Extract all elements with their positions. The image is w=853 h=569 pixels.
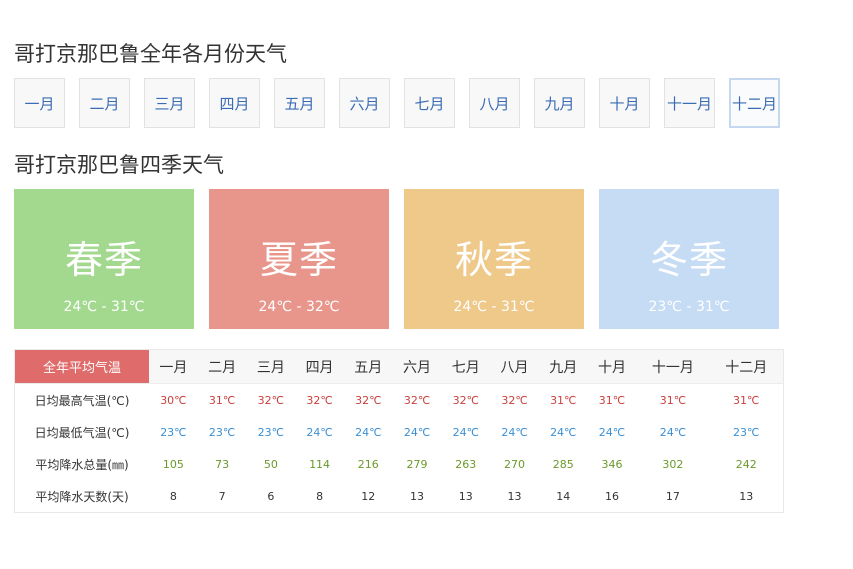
month-button-jul[interactable]: 七月: [404, 78, 455, 128]
table-row-rainfall: 平均降水总量(㎜) 105 73 50 114 216 279 263 270 285 346 302…: [15, 448, 784, 480]
table-row-label: 日均最高气温(℃): [34, 393, 130, 408]
table-cell: 24℃: [598, 425, 626, 439]
table-cell: 8: [316, 489, 324, 503]
table-month-header: 七月: [441, 349, 491, 384]
table-month-header: 三月: [246, 349, 296, 384]
table-cell: 7: [218, 489, 226, 503]
month-button-apr[interactable]: 四月: [209, 78, 260, 128]
table-row-label: 平均降水天数(天): [35, 489, 129, 504]
table-month-header: 四月: [295, 349, 344, 384]
table-cell: 32℃: [355, 393, 382, 407]
table-cell: 6: [267, 489, 275, 503]
season-name: 冬季: [649, 238, 728, 282]
month-button-aug[interactable]: 八月: [469, 78, 520, 128]
table-cell: 285: [552, 457, 574, 471]
season-name: 秋季: [454, 238, 533, 282]
month-button-mar[interactable]: 三月: [144, 78, 195, 128]
table-cell: 32℃: [403, 393, 431, 407]
table-month-header: 十一月: [636, 349, 710, 384]
season-card-summer[interactable]: 夏季 24℃ - 32℃: [209, 189, 389, 329]
table-month-header: 八月: [490, 349, 539, 384]
table-month-header: 十二月: [709, 349, 784, 384]
table-cell: 24℃: [403, 425, 431, 439]
season-card-row: 春季 24℃ - 31℃ 夏季 24℃ - 32℃ 秋季 24℃ - 31℃ 冬…: [14, 189, 794, 329]
month-button-jun[interactable]: 六月: [339, 78, 390, 128]
table-cell: 73: [215, 457, 230, 471]
season-card-winter[interactable]: 冬季 23℃ - 31℃: [599, 189, 779, 329]
table-cell: 24℃: [452, 425, 479, 439]
table-month-header: 五月: [343, 349, 393, 384]
table-row-label: 日均最低气温(℃): [34, 425, 130, 440]
table-row-label: 平均降水总量(㎜): [35, 457, 129, 472]
month-button-dec[interactable]: 十二月: [729, 78, 780, 128]
climate-table: 全年平均气温 一月 二月 三月 四月 五月 六月 七月 八月 九月 十月 十一月…: [14, 349, 784, 513]
table-cell: 31℃: [733, 393, 760, 407]
season-name: 夏季: [259, 238, 338, 282]
table-month-header: 一月: [149, 349, 198, 384]
months-section-title: 哥打京那巴鲁全年各月份天气: [14, 42, 287, 66]
table-cell: 302: [662, 457, 684, 471]
season-card-spring[interactable]: 春季 24℃ - 31℃: [14, 189, 194, 329]
season-temp-range: 24℃ - 31℃: [453, 299, 535, 315]
table-cell: 50: [263, 457, 278, 471]
month-button-oct[interactable]: 十月: [599, 78, 650, 128]
table-cell: 346: [601, 457, 623, 471]
table-month-header: 六月: [392, 349, 442, 384]
month-button-may[interactable]: 五月: [274, 78, 325, 128]
table-cell: 24℃: [306, 425, 333, 439]
season-temp-range: 24℃ - 31℃: [63, 299, 145, 315]
table-cell: 13: [739, 489, 754, 503]
table-cell: 23℃: [160, 425, 187, 439]
table-cell: 24℃: [355, 425, 382, 439]
table-cell: 31℃: [550, 393, 577, 407]
table-cell: 216: [357, 457, 379, 471]
season-name: 春季: [64, 238, 143, 282]
table-cell: 8: [169, 489, 177, 503]
season-card-autumn[interactable]: 秋季 24℃ - 31℃: [404, 189, 584, 329]
table-month-header: 二月: [197, 349, 247, 384]
table-cell: 31℃: [598, 393, 626, 407]
table-cell: 12: [361, 489, 376, 503]
table-cell: 23℃: [208, 425, 236, 439]
month-button-row: 一月 二月 三月 四月 五月 六月 七月 八月 九月 十月 十一月 十二月: [14, 78, 794, 128]
table-cell: 114: [309, 457, 331, 471]
table-cell: 30℃: [160, 393, 187, 407]
month-button-sep[interactable]: 九月: [534, 78, 585, 128]
table-cell: 16: [604, 489, 619, 503]
season-temp-range: 24℃ - 32℃: [258, 299, 340, 315]
table-cell: 24℃: [550, 425, 577, 439]
table-cell: 23℃: [257, 425, 285, 439]
table-cell: 14: [556, 489, 571, 503]
table-cell: 32℃: [452, 393, 479, 407]
month-button-nov[interactable]: 十一月: [664, 78, 715, 128]
table-row-high-temp: 日均最高气温(℃) 30℃ 31℃ 32℃ 32℃ 32℃ 32℃ 32℃ 32℃ 31℃ 31℃ 3…: [15, 384, 784, 417]
table-cell: 270: [504, 457, 525, 471]
table-row-low-temp: 日均最低气温(℃) 23℃ 23℃ 23℃ 24℃ 24℃ 24℃ 24℃ 24℃ 24℃ 24℃ 2…: [15, 416, 784, 448]
seasons-section-title: 哥打京那巴鲁四季天气: [14, 153, 224, 177]
table-cell: 24℃: [501, 425, 528, 439]
table-cell: 32℃: [501, 393, 528, 407]
table-cell: 263: [455, 457, 477, 471]
table-row-rain-days: 平均降水天数(天) 8 7 6 8 12 13 13 13 14 16 17 13: [15, 480, 784, 513]
month-button-feb[interactable]: 二月: [79, 78, 130, 128]
table-cell: 23℃: [733, 425, 760, 439]
table-header-row: 全年平均气温 一月 二月 三月 四月 五月 六月 七月 八月 九月 十月 十一月…: [14, 349, 784, 384]
table-cell: 32℃: [257, 393, 285, 407]
table-cell: 105: [162, 457, 184, 471]
table-cell: 13: [507, 489, 522, 503]
table-month-header: 十月: [587, 349, 637, 384]
table-cell: 31℃: [208, 393, 236, 407]
month-button-jan[interactable]: 一月: [14, 78, 65, 128]
season-temp-range: 23℃ - 31℃: [648, 299, 730, 315]
table-cell: 31℃: [659, 393, 687, 407]
table-cell: 279: [406, 457, 428, 471]
table-month-header: 九月: [538, 349, 588, 384]
table-cell: 17: [665, 489, 680, 503]
table-cell: 242: [735, 457, 757, 471]
table-corner-label: 全年平均气温: [14, 349, 149, 384]
table-cell: 32℃: [306, 393, 333, 407]
table-cell: 13: [410, 489, 425, 503]
table-cell: 24℃: [659, 425, 687, 439]
table-cell: 13: [458, 489, 473, 503]
